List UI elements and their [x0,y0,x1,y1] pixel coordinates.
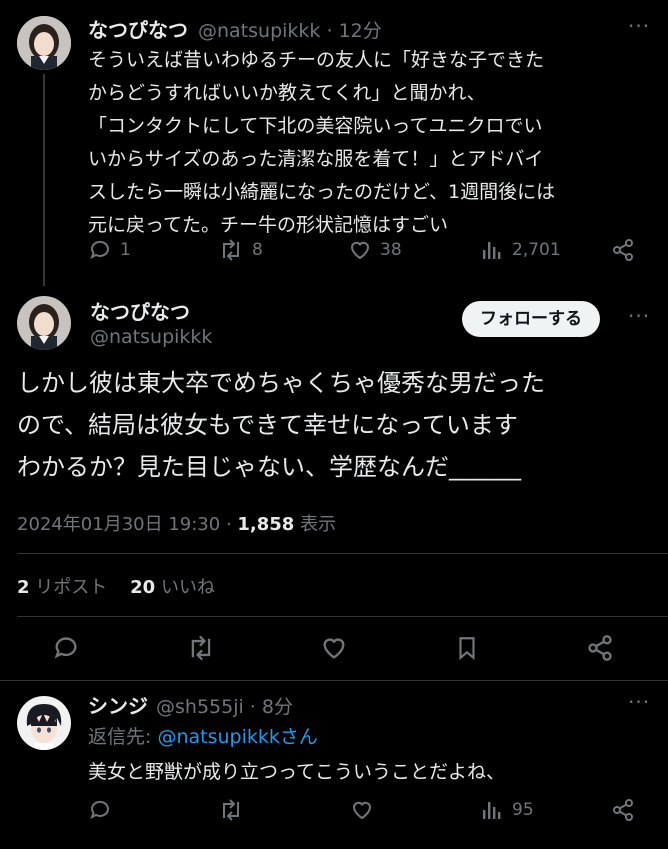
views-button[interactable]: 2,701 [480,238,561,262]
reply-button[interactable] [52,634,80,662]
tweet-header: なつぴなつ @natsupikkk · 12分 [88,14,382,43]
display-name[interactable]: シンジ [88,690,148,719]
heart-icon [323,638,345,659]
share-button[interactable] [611,238,635,262]
timestamp[interactable]: 2024年01月30日 19:30 [17,514,220,535]
reply-button[interactable]: 1 [88,238,131,262]
view-count: 95 [512,800,534,820]
repost-icon [223,239,239,261]
divider [17,553,668,554]
repost-icon [191,635,211,661]
follow-button[interactable]: フォローする [462,301,600,337]
view-count: 1,858 [237,514,295,535]
repost-count: 8 [252,240,263,260]
repost-button[interactable] [186,634,216,662]
reply-icon [90,800,109,820]
bookmark-button[interactable] [454,634,480,662]
reposts-stat[interactable]: 2 リポスト [17,577,107,598]
timestamp[interactable]: 8分 [262,696,293,718]
likes-stat[interactable]: 20 いいね [130,577,215,598]
repost-button[interactable] [218,798,244,822]
tweet-meta: 2024年01月30日 19:30 · 1,858 表示 [17,514,337,535]
heart-icon [352,801,372,820]
tweet-text: しかし彼は東大卒でめちゃくちゃ優秀な男だった ので、結局は彼女もできて幸せになっ… [17,369,545,481]
timestamp[interactable]: 12分 [339,20,382,42]
repost-icon [223,799,239,821]
tweet-text: そういえば昔いわゆるチーの友人に「好きな子できた からどうすればいいか教えてくれ… [88,49,556,236]
share-button[interactable] [586,634,614,662]
tweet-text: 美女と野獣が成り立つってこういうことだよね、 [88,761,506,783]
repost-button[interactable]: 8 [218,238,263,262]
like-count: 38 [380,240,402,260]
like-button[interactable] [350,798,374,822]
user-handle[interactable]: @natsupikkk · 12分 [198,16,382,43]
more-options-icon[interactable]: ··· [628,14,650,38]
reply-count: 1 [120,240,131,260]
views-button[interactable]: 95 [480,798,534,822]
heart-icon [350,241,370,260]
user-handle[interactable]: @natsupikkk [90,326,212,348]
analytics-icon [483,242,501,259]
avatar[interactable] [17,16,71,70]
reply-icon [54,637,77,659]
avatar[interactable] [17,696,71,750]
avatar[interactable] [17,296,71,350]
divider [17,616,668,617]
reply-icon [90,240,109,260]
reply-to-line: 返信先: @natsupikkkさん [88,722,318,749]
reply-button[interactable] [88,798,112,822]
reply-header: シンジ @sh555ji · 8分 [88,690,293,719]
reply-to-prefix: 返信先: [88,726,152,748]
share-icon [588,635,612,661]
more-options-icon[interactable]: ··· [628,304,650,328]
share-icon [613,239,633,261]
analytics-icon [483,802,501,819]
like-button[interactable] [320,634,348,662]
like-button[interactable]: 38 [348,238,402,262]
engagement-stats: 2 リポスト 20 いいね [17,573,215,599]
views-label: 表示 [300,514,337,535]
divider [0,680,668,681]
share-icon [613,799,633,821]
view-count: 2,701 [512,240,561,260]
share-button[interactable] [611,798,635,822]
user-handle[interactable]: @sh555ji · 8分 [156,692,293,719]
reply-to-user-link[interactable]: @natsupikkkさん [157,726,317,748]
more-options-icon[interactable]: ··· [628,690,650,714]
display-name[interactable]: なつぴなつ [88,14,188,43]
thread-line [43,74,45,286]
bookmark-icon [459,637,475,661]
display-name[interactable]: なつぴなつ [90,296,190,325]
